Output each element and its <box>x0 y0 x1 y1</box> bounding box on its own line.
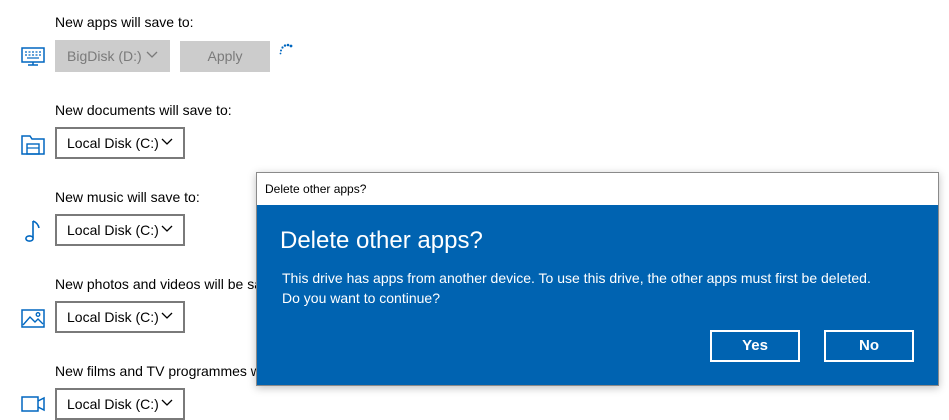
apps-save-label: New apps will save to: <box>55 14 194 30</box>
video-icon <box>21 396 45 412</box>
chevron-down-icon <box>161 399 173 406</box>
dialog-titlebar[interactable]: Delete other apps? <box>257 173 938 205</box>
music-save-label: New music will save to: <box>55 189 200 205</box>
music-note-icon <box>25 220 40 242</box>
monitor-icon <box>21 47 45 66</box>
dialog-message-line1: This drive has apps from another device.… <box>282 270 871 286</box>
dialog-heading: Delete other apps? <box>280 227 483 254</box>
photos-drive-value: Local Disk (C:) <box>67 309 159 325</box>
films-save-label: New films and TV programmes w <box>55 363 261 379</box>
folder-icon <box>21 135 45 155</box>
no-button[interactable]: No <box>824 330 914 362</box>
films-drive-value: Local Disk (C:) <box>67 396 159 412</box>
dialog-message-line2: Do you want to continue? <box>282 290 440 306</box>
yes-button[interactable]: Yes <box>710 330 800 362</box>
films-drive-select[interactable]: Local Disk (C:) <box>55 388 185 420</box>
chevron-down-icon <box>161 138 173 145</box>
documents-drive-value: Local Disk (C:) <box>67 135 159 151</box>
loading-spinner-icon <box>279 43 293 55</box>
photos-drive-select[interactable]: Local Disk (C:) <box>55 301 185 333</box>
delete-apps-dialog: Delete other apps? Delete other apps? Th… <box>256 172 939 386</box>
documents-drive-select[interactable]: Local Disk (C:) <box>55 127 185 159</box>
dialog-message: This drive has apps from another device.… <box>282 268 871 308</box>
chevron-down-icon <box>146 51 158 58</box>
chevron-down-icon <box>161 225 173 232</box>
chevron-down-icon <box>161 312 173 319</box>
music-drive-value: Local Disk (C:) <box>67 222 159 238</box>
photo-icon <box>21 309 45 328</box>
apps-drive-select[interactable]: BigDisk (D:) <box>55 40 170 72</box>
photos-save-label: New photos and videos will be sa <box>55 276 263 292</box>
music-drive-select[interactable]: Local Disk (C:) <box>55 214 185 246</box>
apps-drive-value: BigDisk (D:) <box>67 48 142 64</box>
documents-save-label: New documents will save to: <box>55 102 232 118</box>
apply-button[interactable]: Apply <box>180 41 270 72</box>
